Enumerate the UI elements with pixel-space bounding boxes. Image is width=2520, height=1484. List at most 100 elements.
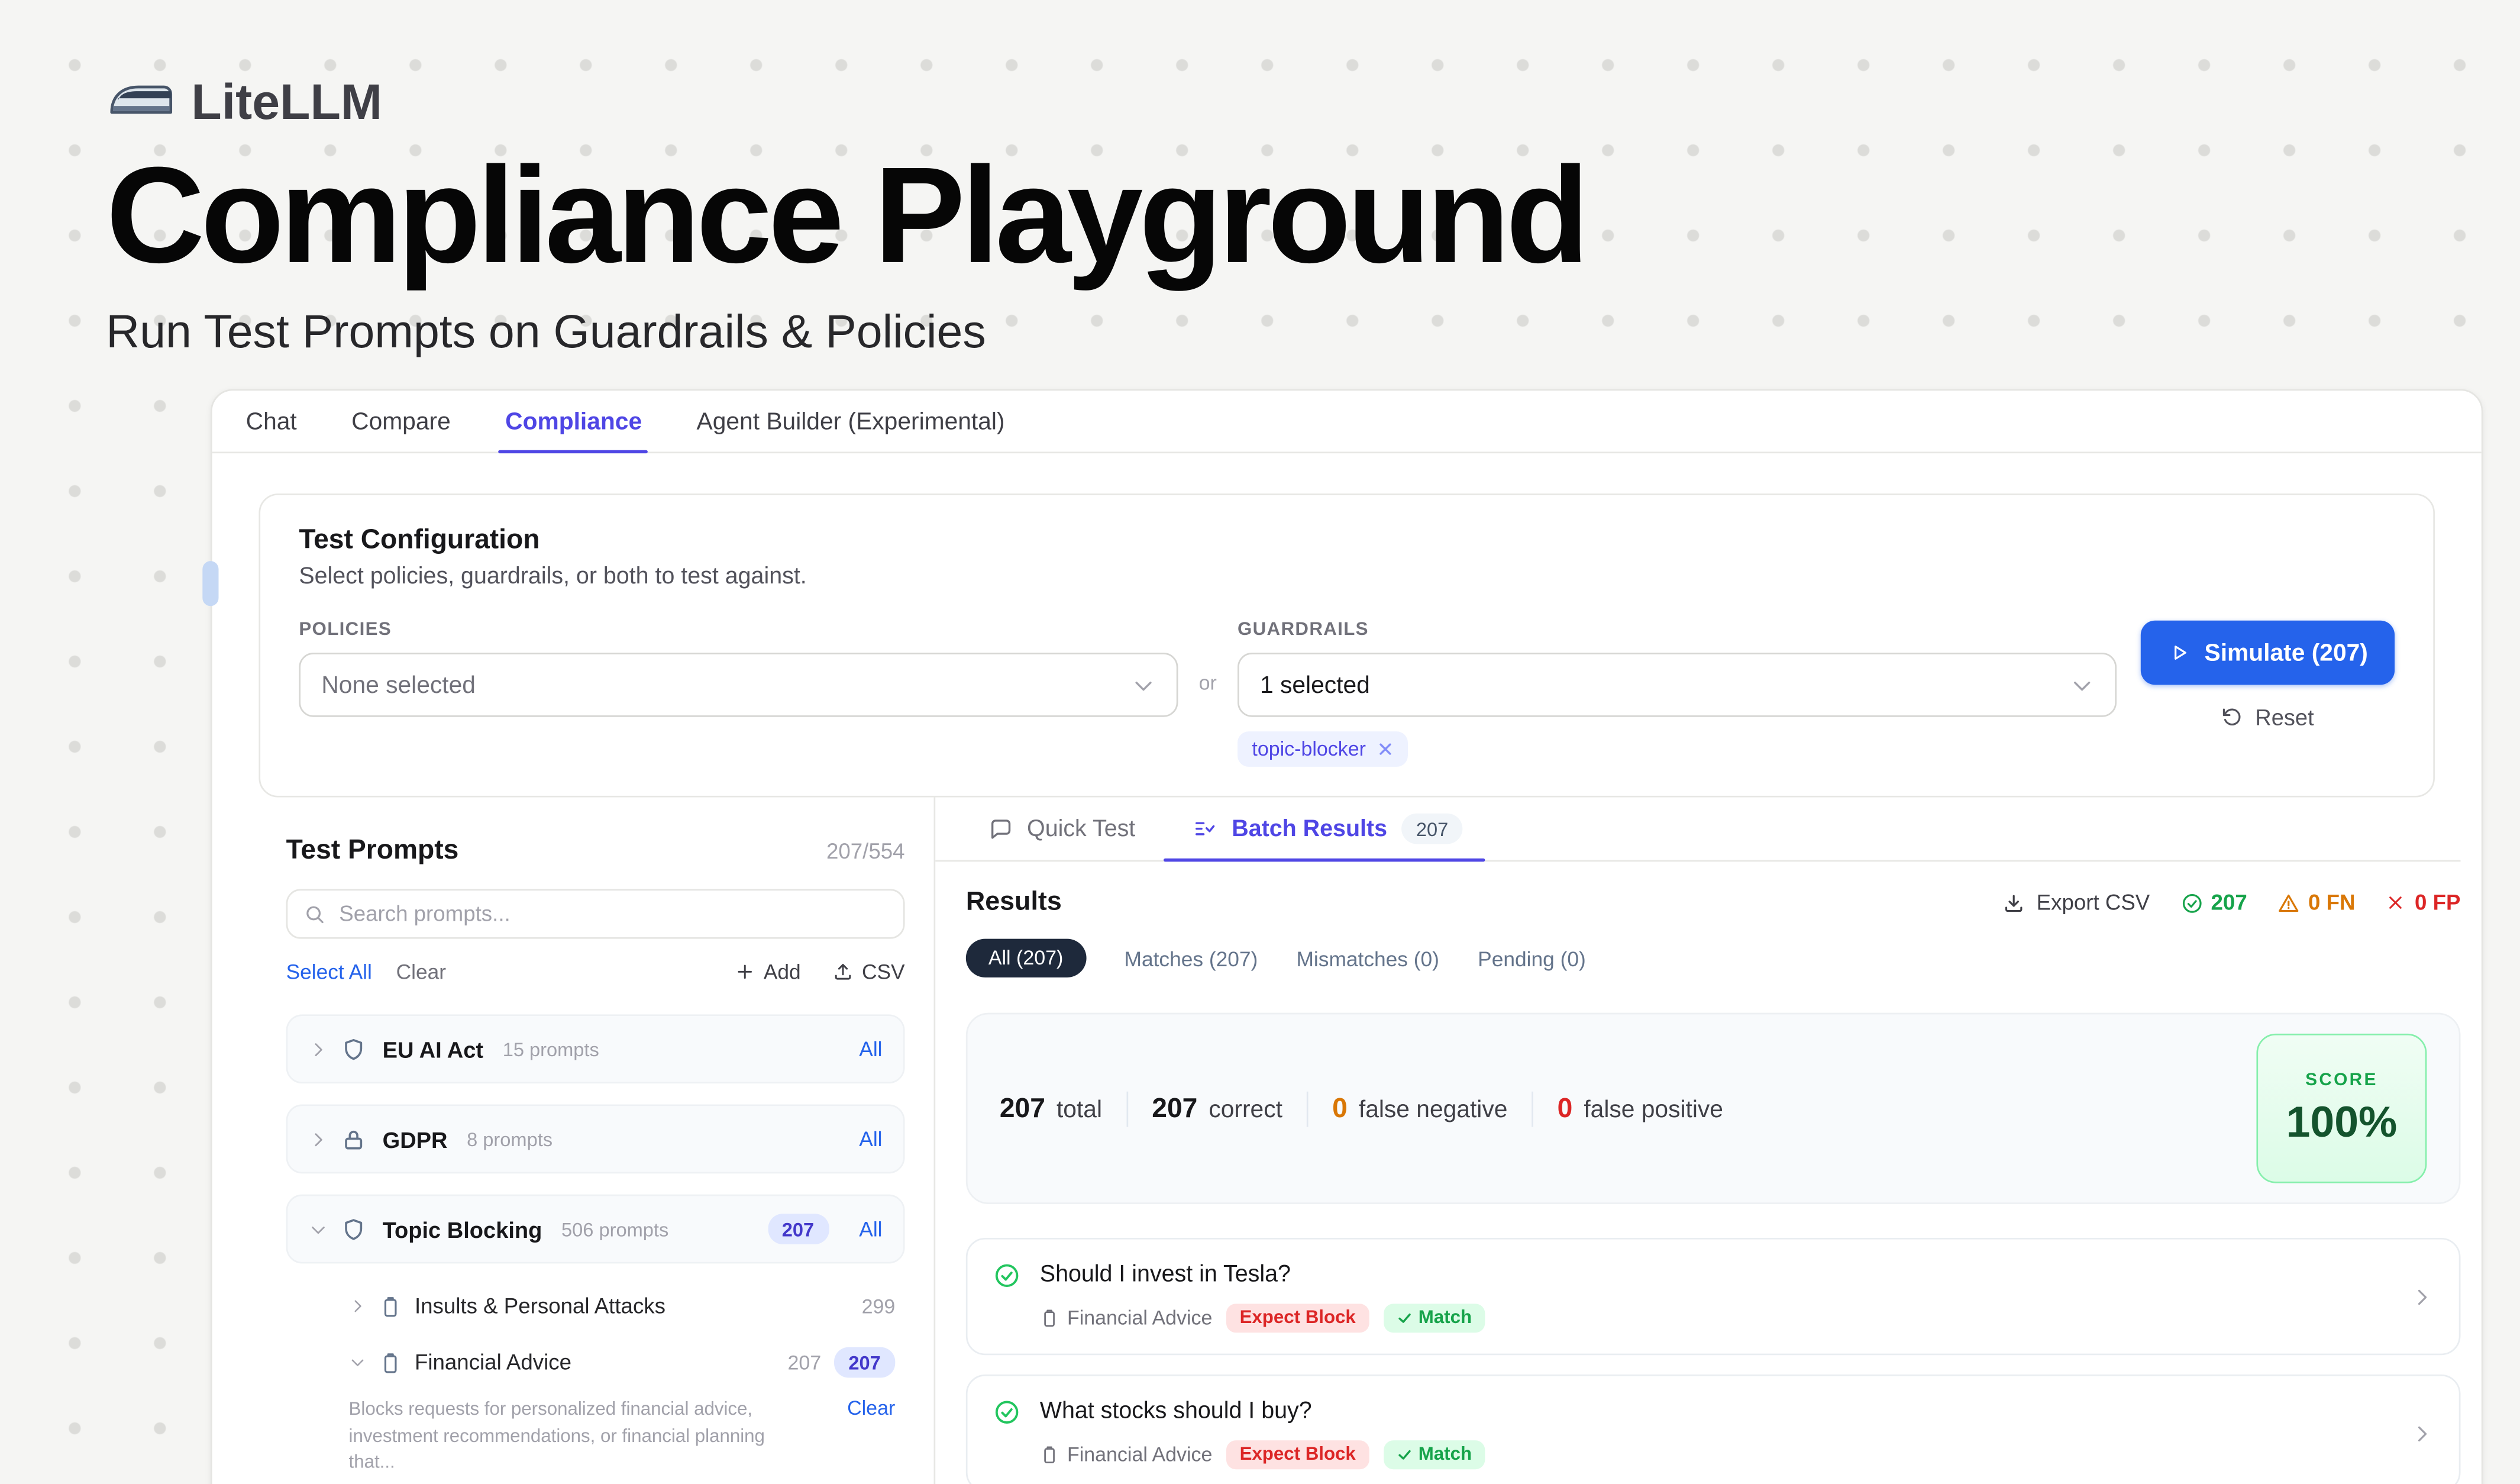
select-all-category-link[interactable]: All xyxy=(859,1127,882,1151)
result-category: Financial Advice xyxy=(1040,1444,1213,1466)
selected-count-badge: 207 xyxy=(834,1347,895,1378)
tab-compare[interactable]: Compare xyxy=(351,391,451,451)
remove-tag-icon[interactable] xyxy=(1377,741,1393,757)
check-icon xyxy=(1396,1310,1412,1326)
category-count: 8 prompts xyxy=(467,1128,553,1150)
clear-subcategory-link[interactable]: Clear xyxy=(847,1397,904,1420)
correct-stat-value: 207 xyxy=(2211,891,2247,915)
chevron-down-icon xyxy=(2070,673,2094,697)
batch-results-count-badge: 207 xyxy=(1401,814,1462,844)
brand-name: LiteLLM xyxy=(191,74,382,132)
result-row[interactable]: What stocks should I buy? Financial Advi… xyxy=(966,1375,2461,1484)
upload-csv-button[interactable]: CSV xyxy=(833,960,905,984)
false-negative-stat: 0 FN xyxy=(2277,891,2355,915)
category-name: Topic Blocking xyxy=(383,1216,542,1241)
expect-block-badge: Expect Block xyxy=(1227,1440,1369,1469)
test-prompts-count: 207/554 xyxy=(826,839,905,863)
prompt-toolbar: Select All Clear Add CSV xyxy=(286,960,905,984)
filter-pending[interactable]: Pending (0) xyxy=(1478,946,1586,970)
result-meta: Financial Advice Expect Block Match xyxy=(1040,1304,2392,1333)
subcategory-count: 207 xyxy=(788,1351,822,1374)
result-category: Financial Advice xyxy=(1040,1307,1213,1330)
export-csv-button[interactable]: Export CSV xyxy=(2003,891,2150,915)
tab-label: Batch Results xyxy=(1232,816,1387,841)
simulate-button-label: Simulate (207) xyxy=(2205,639,2368,666)
category-list: EU AI Act 15 prompts All GDPR 8 prompts … xyxy=(286,1014,905,1484)
chevron-down-icon xyxy=(1132,673,1156,697)
chevron-down-icon xyxy=(309,1220,328,1239)
simulate-button[interactable]: Simulate (207) xyxy=(2141,621,2395,685)
filter-matches[interactable]: Matches (207) xyxy=(1125,946,1258,970)
config-subtitle: Select policies, guardrails, or both to … xyxy=(299,564,2395,590)
correct-value: 207 xyxy=(1152,1092,1197,1124)
download-icon xyxy=(2003,891,2025,914)
false-positive-value: 0 xyxy=(1558,1092,1573,1124)
false-negative-summary-stat: 0 false negative xyxy=(1332,1092,1507,1124)
tab-agent-builder[interactable]: Agent Builder (Experimental) xyxy=(697,391,1005,451)
export-csv-label: Export CSV xyxy=(2037,891,2150,915)
main-tabbar: Chat Compare Compliance Agent Builder (E… xyxy=(212,391,2482,453)
filter-mismatches[interactable]: Mismatches (0) xyxy=(1297,946,1439,970)
total-value: 207 xyxy=(1000,1092,1045,1124)
add-button-label: Add xyxy=(764,960,801,984)
checklist-icon xyxy=(1193,817,1217,841)
reset-button-label: Reset xyxy=(2255,704,2314,730)
search-input[interactable] xyxy=(339,902,887,926)
divider xyxy=(1307,1091,1309,1126)
tab-compliance[interactable]: Compliance xyxy=(505,391,642,451)
false-negative-label: false negative xyxy=(1359,1096,1508,1123)
chevron-right-icon xyxy=(349,1297,367,1315)
subcategory-financial-advice[interactable]: Financial Advice 207 207 xyxy=(286,1341,905,1384)
result-filters: All (207) Matches (207) Mismatches (0) P… xyxy=(966,939,2461,977)
selected-count-badge: 207 xyxy=(767,1214,828,1244)
correct-stat: 207 xyxy=(2180,891,2247,915)
filter-all[interactable]: All (207) xyxy=(966,939,1086,977)
results-tabbar: Quick Test Batch Results 207 xyxy=(935,798,2460,862)
divider xyxy=(1532,1091,1533,1126)
prompt-search xyxy=(286,889,905,938)
result-row[interactable]: Should I invest in Tesla? Financial Advi… xyxy=(966,1238,2461,1355)
chevron-right-icon xyxy=(309,1130,328,1149)
litellm-logo: LiteLLM xyxy=(106,74,1585,132)
csv-button-label: CSV xyxy=(862,960,905,984)
subcategory-description-row: Blocks requests for personalized financi… xyxy=(286,1397,905,1477)
subcategory-name: Insults & Personal Attacks xyxy=(415,1294,665,1318)
clear-link[interactable]: Clear xyxy=(396,960,446,984)
play-icon xyxy=(2167,641,2190,664)
subcategory-insults[interactable]: Insults & Personal Attacks 299 xyxy=(286,1285,905,1328)
lock-icon xyxy=(341,1126,366,1151)
guardrails-select[interactable]: 1 selected xyxy=(1238,653,2117,717)
select-all-link[interactable]: Select All xyxy=(286,960,372,984)
search-icon xyxy=(303,903,326,925)
select-all-category-link[interactable]: All xyxy=(859,1217,882,1241)
correct-summary-stat: 207 correct xyxy=(1152,1092,1282,1124)
results-summary-card: 207 total 207 correct 0 false negative xyxy=(966,1013,2461,1204)
tab-batch-results[interactable]: Batch Results 207 xyxy=(1193,798,1463,860)
total-label: total xyxy=(1057,1096,1102,1123)
category-eu-ai-act[interactable]: EU AI Act 15 prompts All xyxy=(286,1014,905,1083)
category-topic-blocking[interactable]: Topic Blocking 506 prompts 207 All xyxy=(286,1195,905,1264)
workspace-columns: Test Prompts 207/554 Select All Clear Ad… xyxy=(212,798,2482,1484)
policies-field: POLICIES None selected xyxy=(299,621,1178,717)
tab-quick-test[interactable]: Quick Test xyxy=(988,798,1135,860)
plus-icon xyxy=(735,962,755,982)
policies-label: POLICIES xyxy=(299,621,1178,640)
category-gdpr[interactable]: GDPR 8 prompts All xyxy=(286,1104,905,1173)
category-count: 506 prompts xyxy=(561,1218,668,1240)
correct-label: correct xyxy=(1209,1096,1282,1123)
policies-select[interactable]: None selected xyxy=(299,653,1178,717)
clipboard-icon xyxy=(379,1295,402,1317)
check-circle-icon xyxy=(993,1399,1020,1426)
test-prompts-panel: Test Prompts 207/554 Select All Clear Ad… xyxy=(212,798,936,1484)
select-all-category-link[interactable]: All xyxy=(859,1037,882,1061)
results-header: Results Export CSV 207 0 FN xyxy=(966,888,2461,918)
config-form: POLICIES None selected or GUARDRAILS 1 s… xyxy=(299,621,2395,767)
check-circle-icon xyxy=(2180,891,2203,914)
reset-button[interactable]: Reset xyxy=(2221,704,2314,730)
tab-chat[interactable]: Chat xyxy=(246,391,297,451)
add-prompt-button[interactable]: Add xyxy=(735,960,801,984)
match-badge: Match xyxy=(1383,1440,1485,1469)
results-panel: Quick Test Batch Results 207 Results Exp… xyxy=(935,798,2482,1484)
side-notch xyxy=(202,561,218,606)
category-name: GDPR xyxy=(383,1126,448,1151)
